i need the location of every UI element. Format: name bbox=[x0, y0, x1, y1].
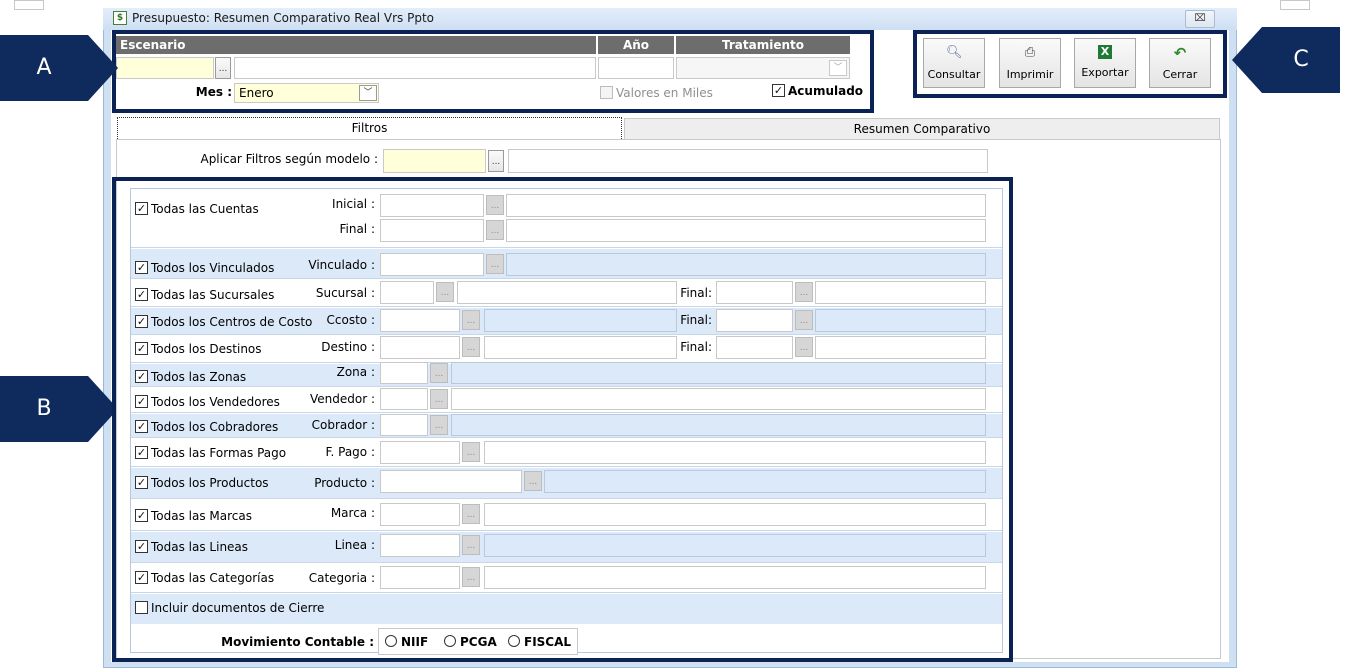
section-b-highlight bbox=[112, 177, 1013, 662]
callout-a: A bbox=[0, 35, 88, 101]
modelo-description-input[interactable] bbox=[508, 149, 988, 173]
section-c-highlight bbox=[913, 30, 1227, 98]
callout-c: C bbox=[1262, 27, 1340, 93]
modelo-code-input[interactable] bbox=[383, 149, 486, 173]
window-title: Presupuesto: Resumen Comparativo Real Vr… bbox=[132, 11, 434, 25]
tab-resumen-comparativo[interactable]: Resumen Comparativo bbox=[624, 118, 1220, 140]
left-edge-box bbox=[14, 0, 44, 10]
callout-c-arrow bbox=[1232, 27, 1262, 93]
aplicar-filtros-label: Aplicar Filtros según modelo : bbox=[200, 152, 378, 166]
tab-filtros[interactable]: Filtros bbox=[117, 117, 622, 139]
callout-b: B bbox=[0, 376, 88, 442]
section-a-highlight bbox=[112, 30, 874, 113]
app-icon: $ bbox=[113, 11, 127, 25]
window-close-button[interactable]: ⌧ bbox=[1185, 10, 1215, 28]
callout-a-arrow bbox=[88, 35, 118, 101]
modelo-lookup-button[interactable]: ... bbox=[488, 150, 504, 172]
right-edge-box bbox=[1280, 0, 1310, 10]
